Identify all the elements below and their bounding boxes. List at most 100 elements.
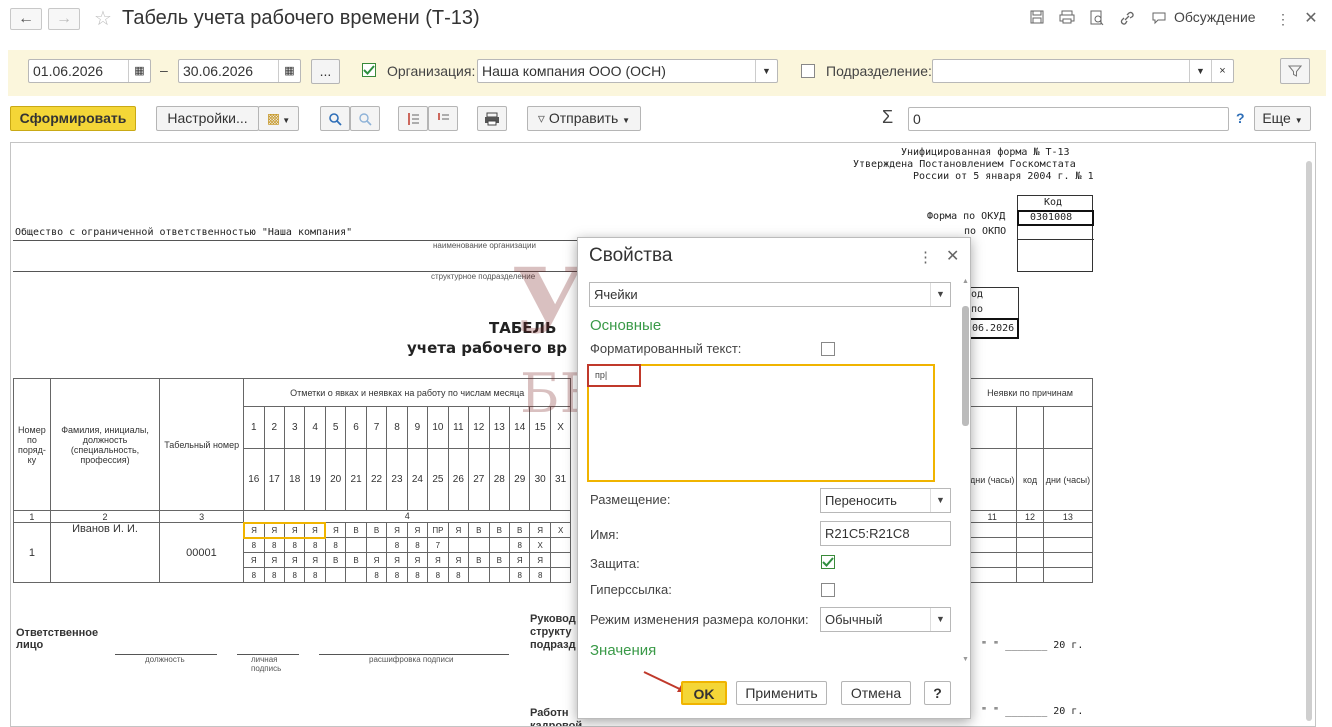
col-num: 4 xyxy=(243,510,572,523)
mark-cell: В xyxy=(508,522,531,538)
mark-cell: 7 xyxy=(427,537,449,553)
name-label: Имя: xyxy=(590,527,619,542)
mark-cell: Я xyxy=(243,552,265,568)
okud-value: 0301008 xyxy=(1030,212,1073,223)
day-cell: 26 xyxy=(447,448,470,511)
close-dialog-icon[interactable]: ✕ xyxy=(946,246,959,266)
discussion-icon xyxy=(1150,11,1168,29)
filter-button[interactable] xyxy=(1280,58,1310,84)
print-icon xyxy=(485,112,499,126)
favorite-star-icon[interactable]: ☆ xyxy=(94,6,112,31)
date-to-input[interactable]: 30.06.2026 ▦ xyxy=(178,59,301,83)
date-from-input[interactable]: 01.06.2026 ▦ xyxy=(28,59,151,83)
calendar-icon[interactable]: ▦ xyxy=(128,60,150,82)
dropdown-arrow-icon[interactable]: ▼ xyxy=(755,60,777,82)
dept-select[interactable]: ▼ × xyxy=(932,59,1234,83)
mark-cell: Я xyxy=(242,521,265,539)
protect-label: Защита: xyxy=(590,556,640,571)
day-cell: 17 xyxy=(263,448,286,511)
day-cell: 16 xyxy=(243,448,265,511)
help-link[interactable]: ? xyxy=(1236,110,1245,126)
settings-button[interactable]: Настройки... xyxy=(156,106,259,131)
head-label: Руковод структу подразд xyxy=(530,613,576,651)
absence-cell xyxy=(967,552,1018,568)
forward-button[interactable]: → xyxy=(48,8,80,30)
protect-checkbox[interactable] xyxy=(821,555,835,569)
day-cell: 4 xyxy=(304,406,326,449)
mark-cell: 8 xyxy=(243,537,265,553)
sum-field[interactable]: 0 xyxy=(908,107,1229,131)
mark-cell: 8 xyxy=(263,537,286,553)
absence-cell xyxy=(967,537,1018,553)
discussion-button[interactable]: Обсуждение xyxy=(1174,9,1256,25)
collapse-groups-button[interactable] xyxy=(428,106,458,131)
send-label: Отправить xyxy=(548,110,619,126)
col-num: 13 xyxy=(1042,510,1094,523)
dropdown-arrow-icon: ▼ xyxy=(280,116,291,125)
search-next-button[interactable] xyxy=(350,106,380,131)
dropdown-arrow-icon[interactable]: ▼ xyxy=(930,489,950,512)
dialog-help-button[interactable]: ? xyxy=(924,681,951,705)
placement-dropdown[interactable]: Переносить ▼ xyxy=(820,488,951,513)
link-icon[interactable] xyxy=(1118,10,1136,28)
selector-value: Ячейки xyxy=(594,287,638,302)
day-cell: 12 xyxy=(468,406,490,449)
more-button[interactable]: Еще ▼ xyxy=(1254,106,1311,131)
filter-icon xyxy=(1287,65,1303,77)
col-num: 3 xyxy=(159,510,245,523)
mark-cell: 8 xyxy=(283,537,306,553)
close-window-icon[interactable]: ✕ xyxy=(1302,10,1320,28)
resize-value: Обычный xyxy=(825,612,883,627)
more-vertical-icon[interactable]: ⋮ xyxy=(918,248,933,266)
save-icon[interactable] xyxy=(1028,10,1046,28)
back-button[interactable]: ← xyxy=(10,8,42,30)
cancel-button[interactable]: Отмена xyxy=(841,681,911,705)
print-icon[interactable] xyxy=(1058,10,1076,28)
mark-cell: 8 xyxy=(263,567,286,583)
cell-text-area[interactable]: пр| xyxy=(587,364,935,482)
mark-cell: X xyxy=(549,522,572,538)
mark-cell: Я xyxy=(283,552,306,568)
mark-cell: В xyxy=(324,552,347,568)
mark-cell: 8 xyxy=(365,567,388,583)
day-cell: 13 xyxy=(488,406,510,449)
section-values: Значения xyxy=(590,642,657,659)
name-field[interactable]: R21C5:R21C8 xyxy=(820,521,951,546)
absence-cell xyxy=(967,522,1018,538)
absence-cell xyxy=(1042,567,1094,583)
mark-cell: ПР xyxy=(427,522,449,538)
scrollbar[interactable] xyxy=(1306,161,1312,721)
hyperlink-checkbox[interactable] xyxy=(821,583,835,597)
print-button[interactable] xyxy=(477,106,507,131)
generate-button[interactable]: Сформировать xyxy=(10,106,136,131)
variants-button[interactable]: ▩ ▼ xyxy=(258,106,299,131)
form-line-3: России от 5 января 2004 г. № 1 xyxy=(913,171,1094,182)
day-cell: 22 xyxy=(365,448,388,511)
dropdown-arrow-icon[interactable]: ▼ xyxy=(1189,60,1211,82)
more-vertical-icon[interactable]: ⋮ xyxy=(1274,10,1292,28)
org-value: Наша компания ООО (ОСН) xyxy=(482,63,666,79)
placement-label: Размещение: xyxy=(590,492,671,507)
period-select-button[interactable]: ... xyxy=(311,59,340,84)
employee-tab-number: 00001 xyxy=(159,522,245,583)
dropdown-arrow-icon[interactable]: ▼ xyxy=(930,608,950,631)
org-checkbox[interactable] xyxy=(362,63,376,77)
preview-icon[interactable] xyxy=(1088,10,1106,28)
apply-button[interactable]: Применить xyxy=(736,681,827,705)
expand-groups-button[interactable] xyxy=(398,106,428,131)
clear-icon[interactable]: × xyxy=(1211,60,1233,82)
search-button[interactable] xyxy=(320,106,350,131)
resize-dropdown[interactable]: Обычный ▼ xyxy=(820,607,951,632)
send-button[interactable]: ▿ Отправить ▼ xyxy=(527,106,641,131)
day-cell: 8 xyxy=(386,406,408,449)
mark-cell xyxy=(447,537,470,553)
calendar-icon[interactable]: ▦ xyxy=(278,60,300,82)
dialog-scrollbar[interactable]: ▲ ▼ xyxy=(962,278,969,708)
selector-dropdown[interactable]: Ячейки ▼ xyxy=(589,282,951,307)
ok-button[interactable]: OK xyxy=(681,681,727,705)
dropdown-arrow-icon[interactable]: ▼ xyxy=(930,283,950,306)
formatted-checkbox[interactable] xyxy=(821,342,835,356)
org-select[interactable]: Наша компания ООО (ОСН) ▼ xyxy=(477,59,778,83)
dept-checkbox[interactable] xyxy=(801,64,815,78)
org-label: Организация: xyxy=(387,63,476,79)
